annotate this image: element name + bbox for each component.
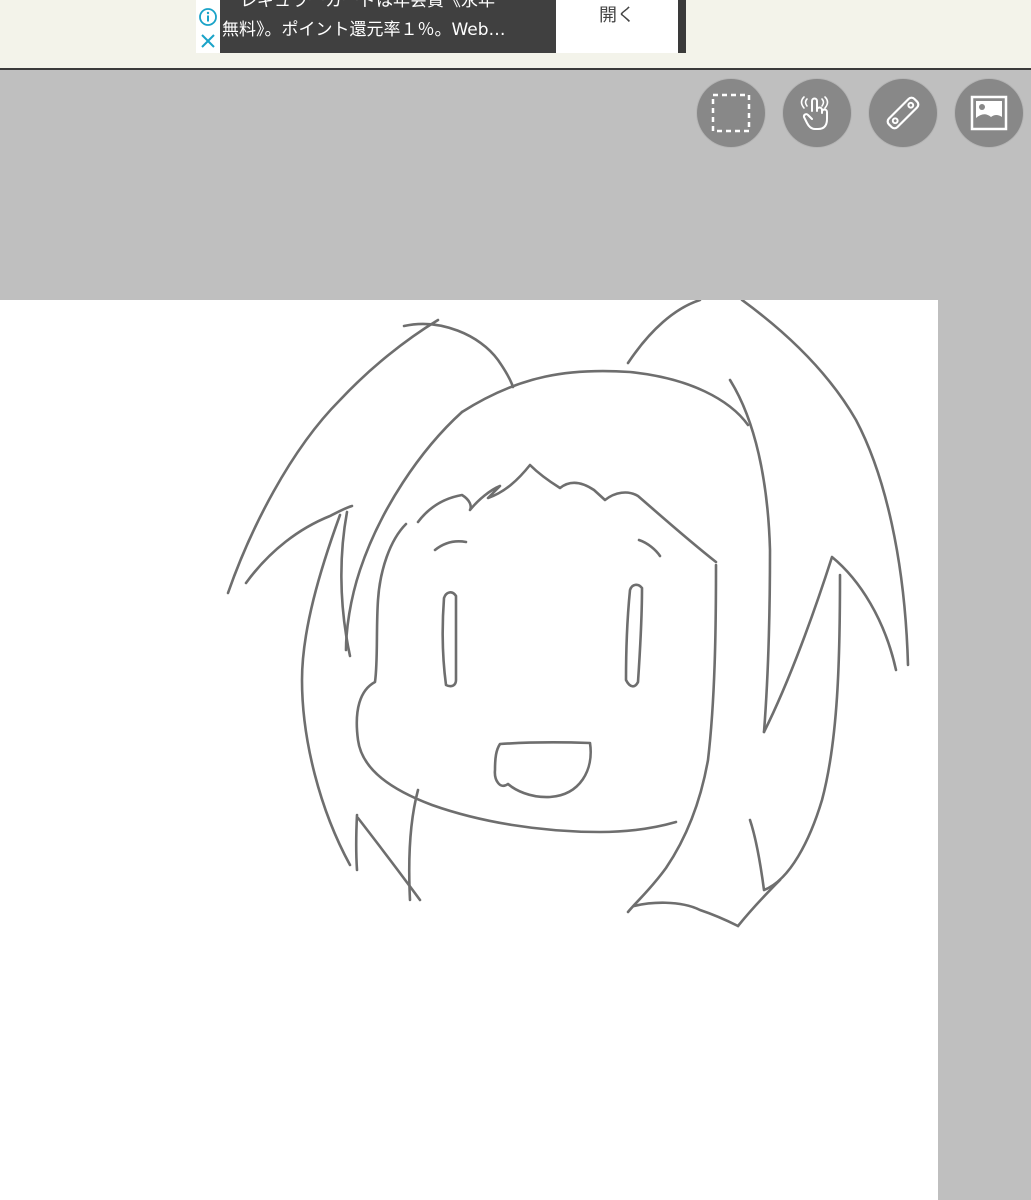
top-bar: レギュラーカードは年会費《永年 無料》。ポイント還元率１％。Web… 開く <box>0 0 1031 70</box>
head-crown <box>460 369 750 427</box>
left-hair-strand-1 <box>354 813 359 872</box>
right-eye <box>624 583 644 688</box>
left-eyebrow <box>433 539 468 552</box>
selection-tool-button[interactable] <box>697 79 765 147</box>
info-icon[interactable] <box>199 8 217 26</box>
ruler-icon <box>886 96 920 130</box>
ad-open-button[interactable]: 開く <box>556 0 678 53</box>
ad-text-line-1: レギュラーカードは年会費《永年 <box>240 0 495 11</box>
right-pigtail-inner <box>728 378 772 734</box>
left-pigtail-inner <box>244 504 354 585</box>
right-hair-tip <box>736 878 782 928</box>
ruler-tool-button[interactable] <box>869 79 937 147</box>
right-hair-bottom <box>632 901 740 928</box>
image-icon <box>970 95 1008 131</box>
face-outline <box>355 522 678 834</box>
image-tool-button[interactable] <box>955 79 1023 147</box>
dashed-square-icon <box>711 93 751 133</box>
right-pigtail-top <box>626 300 702 365</box>
right-pigtail-tip <box>762 555 898 734</box>
left-side-hair <box>300 513 352 867</box>
left-hair-strand-3 <box>407 788 420 902</box>
head-left-contour <box>344 410 464 652</box>
hand-tool-button[interactable] <box>783 79 851 147</box>
left-eye <box>441 591 458 688</box>
left-pigtail-outer <box>226 318 440 595</box>
ad-edge <box>678 0 686 53</box>
bangs <box>416 463 718 564</box>
pointing-hand-icon <box>800 96 829 130</box>
close-icon[interactable] <box>199 32 217 50</box>
ad-text-line-2: 無料》。ポイント還元率１％。Web… <box>222 20 506 40</box>
ad-banner[interactable]: レギュラーカードは年会費《永年 無料》。ポイント還元率１％。Web… 開く <box>196 0 686 53</box>
mouth <box>493 741 592 799</box>
right-eyebrow <box>637 538 662 558</box>
right-pigtail-outer <box>740 300 910 667</box>
sketch-drawing <box>226 300 910 928</box>
ad-text[interactable]: レギュラーカードは年会費《永年 無料》。ポイント還元率１％。Web… <box>220 0 556 53</box>
left-pigtail-top <box>402 322 515 389</box>
ad-icon-column <box>196 0 220 53</box>
drawing-canvas[interactable] <box>0 300 938 1200</box>
